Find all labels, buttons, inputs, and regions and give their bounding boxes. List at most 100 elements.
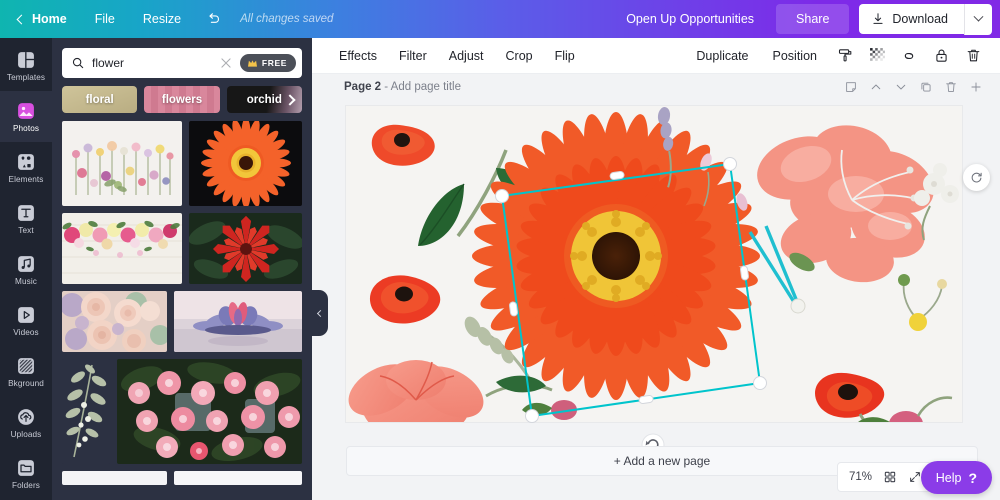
tag-chip-floral[interactable]: floral — [62, 86, 138, 113]
crown-icon — [247, 59, 257, 67]
flip-button[interactable]: Flip — [544, 43, 586, 69]
chevron-up-icon — [871, 84, 881, 90]
grid-view-button[interactable] — [879, 466, 901, 488]
crop-button[interactable]: Crop — [495, 43, 544, 69]
photo-thumb-partial-left[interactable] — [62, 471, 167, 485]
photo-thumb-red-bromeliad-dark[interactable] — [189, 213, 302, 284]
page-canvas[interactable] — [346, 106, 962, 422]
photo-thumb-pink-azalea-bush[interactable] — [117, 359, 302, 464]
home-button[interactable]: Home — [10, 6, 81, 32]
search-input[interactable] — [92, 56, 212, 70]
search-box[interactable]: FREE — [62, 48, 302, 78]
lock-icon — [935, 49, 947, 62]
reset-image-button[interactable] — [963, 164, 990, 191]
sidebar-label-photos: Photos — [12, 123, 40, 133]
effects-button[interactable]: Effects — [328, 43, 388, 69]
sidebar-item-folders[interactable]: Folders — [0, 448, 52, 499]
sidebar-item-photos[interactable]: Photos — [0, 91, 52, 142]
paint-roller-icon — [838, 49, 851, 62]
page-title-separator: - — [381, 81, 391, 93]
resize-button[interactable]: Resize — [129, 6, 195, 32]
page-notes-button[interactable] — [839, 76, 863, 98]
tag-chip-orchid[interactable]: orchid — [226, 86, 302, 113]
sidebar-item-videos[interactable]: Videos — [0, 295, 52, 346]
photo-row — [62, 121, 302, 206]
tag-chip-flowers[interactable]: flowers — [144, 86, 220, 113]
photo-thumb-partial-right[interactable] — [174, 471, 302, 485]
download-button[interactable]: Download — [859, 4, 964, 34]
save-status: All changes saved — [240, 13, 334, 25]
photo-thumb-white-berry-branch[interactable] — [62, 359, 110, 464]
chevron-right-icon[interactable] — [284, 93, 296, 106]
editor-area: Effects Filter Adjust Crop Flip Duplicat… — [312, 38, 1000, 500]
paint-roller-button[interactable] — [830, 42, 860, 70]
delete-page-button[interactable] — [939, 76, 963, 98]
chevron-left-icon — [316, 309, 324, 317]
notes-icon — [846, 82, 856, 92]
add-page-icon-button[interactable] — [964, 76, 988, 98]
photo-thumb-purple-water-lily[interactable] — [174, 291, 302, 352]
page-actions — [839, 76, 988, 98]
photo-thumb-orange-gerbera-daisy-black[interactable] — [189, 121, 302, 206]
search-area: FREE — [52, 38, 312, 84]
sidebar-item-text[interactable]: Text — [0, 193, 52, 244]
templates-icon — [16, 50, 37, 71]
help-button[interactable]: Help ? — [920, 461, 992, 494]
delete-button[interactable] — [958, 42, 988, 70]
canvas-area[interactable]: Page 2 - Add page title + Add a new page… — [312, 74, 1000, 500]
close-x-icon[interactable] — [219, 56, 233, 70]
photo-row — [62, 213, 302, 284]
page-title-placeholder: Add page title — [390, 81, 462, 93]
photo-thumb-blush-roses-bouquet[interactable] — [62, 291, 167, 352]
tag-label: orchid — [246, 93, 282, 106]
zoom-level-label[interactable]: 71% — [845, 471, 876, 483]
lock-button[interactable] — [926, 42, 956, 70]
canvas-image-flatlay-flowers-on-white — [346, 106, 962, 422]
free-badge-label: FREE — [261, 58, 287, 68]
link-button[interactable] — [894, 42, 924, 70]
help-label: Help — [935, 470, 962, 485]
share-button[interactable]: Share — [776, 4, 850, 34]
sidebar-label-folders: Folders — [11, 480, 40, 490]
videos-icon — [16, 305, 37, 326]
photo-row — [62, 359, 302, 464]
filter-button[interactable]: Filter — [388, 43, 438, 69]
sidebar-item-elements[interactable]: Elements — [0, 142, 52, 193]
duplicate-button[interactable]: Duplicate — [685, 43, 759, 69]
photo-results-grid[interactable] — [52, 121, 312, 500]
home-label: Home — [32, 12, 67, 26]
editor-toolbar: Effects Filter Adjust Crop Flip Duplicat… — [312, 38, 1000, 74]
move-page-up-button[interactable] — [864, 76, 888, 98]
sidebar-label-videos: Videos — [13, 327, 39, 337]
duplicate-page-button[interactable] — [914, 76, 938, 98]
photo-thumb-pressed-wildflowers-white[interactable] — [62, 121, 182, 206]
position-button[interactable]: Position — [762, 43, 828, 69]
photo-thumb-rose-garland-white-wood[interactable] — [62, 213, 182, 284]
photos-panel: FREE floral flowers orchid — [52, 38, 312, 500]
download-options-button[interactable] — [964, 3, 992, 35]
undo-button[interactable] — [195, 5, 232, 34]
promo-button[interactable]: Open Up Opportunities — [612, 5, 768, 33]
page-header: Page 2 - Add page title — [312, 74, 1000, 100]
sidebar-label-background: Bkground — [8, 378, 44, 388]
fullscreen-icon — [910, 472, 920, 482]
adjust-button[interactable]: Adjust — [438, 43, 495, 69]
panel-collapse-button[interactable] — [312, 290, 328, 336]
sidebar-item-uploads[interactable]: Uploads — [0, 397, 52, 448]
search-icon — [72, 57, 84, 69]
chevron-down-icon — [973, 11, 984, 22]
app-body: Templates Photos Elements Text Music Vid… — [0, 38, 1000, 500]
transparency-icon — [869, 48, 885, 61]
resize-label: Resize — [142, 12, 182, 26]
sidebar-item-background[interactable]: Bkground — [0, 346, 52, 397]
file-label: File — [94, 12, 115, 26]
page-title[interactable]: Page 2 - Add page title — [344, 81, 461, 93]
free-badge[interactable]: FREE — [239, 54, 296, 72]
file-menu-button[interactable]: File — [81, 6, 129, 32]
sidebar-item-music[interactable]: Music — [0, 244, 52, 295]
transparency-button[interactable] — [862, 42, 892, 70]
move-page-down-button[interactable] — [889, 76, 913, 98]
elements-icon — [16, 152, 37, 173]
sidebar-item-templates[interactable]: Templates — [0, 40, 52, 91]
duplicate-page-icon — [921, 82, 931, 92]
